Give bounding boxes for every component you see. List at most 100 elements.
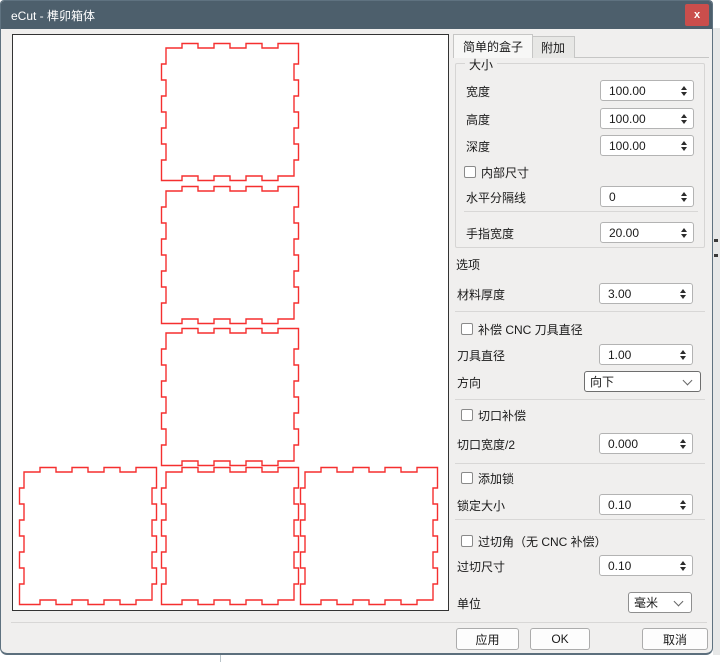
title-bar[interactable]: eCut - 榫卯箱体 x <box>1 1 712 29</box>
tab-additional[interactable]: 附加 <box>531 36 575 58</box>
spinner-up-icon[interactable] <box>681 192 687 196</box>
tab-simple-box-label: 简单的盒子 <box>463 38 523 55</box>
overcut-size-row: 过切尺寸 0.10 <box>453 555 709 576</box>
separator <box>11 622 707 623</box>
separator <box>464 211 698 212</box>
size-group: 大小 宽度 100.00 高度 100.00 深度 <box>455 63 705 248</box>
apply-button[interactable]: 应用 <box>456 628 519 650</box>
spinner-up-icon[interactable] <box>681 141 687 145</box>
spinner-down-icon[interactable] <box>681 92 687 96</box>
cnc-comp-row: 补偿 CNC 刀具直径 <box>453 321 709 337</box>
dialog-title: eCut - 榫卯箱体 <box>11 7 95 24</box>
box-panel-outline <box>162 329 299 466</box>
spinner-down-icon[interactable] <box>680 506 686 510</box>
depth-spinner[interactable]: 100.00 <box>600 135 694 156</box>
width-spinner[interactable]: 100.00 <box>600 80 694 101</box>
cnc-comp-checkbox[interactable] <box>461 323 473 335</box>
material-spinner[interactable]: 3.00 <box>599 283 693 304</box>
direction-label: 方向 <box>457 374 481 391</box>
separator <box>455 519 705 520</box>
spinner-up-icon[interactable] <box>680 561 686 565</box>
spinner-down-icon[interactable] <box>681 147 687 151</box>
chevron-down-icon <box>674 596 684 606</box>
spinner-down-icon[interactable] <box>680 356 686 360</box>
height-spinner[interactable]: 100.00 <box>600 108 694 129</box>
spinner-down-icon[interactable] <box>681 234 687 238</box>
kerf-comp-checkbox[interactable] <box>461 409 473 421</box>
spinner-down-icon[interactable] <box>681 120 687 124</box>
width-row: 宽度 100.00 <box>456 80 704 101</box>
tool-dia-label: 刀具直径 <box>457 347 505 364</box>
kerf-half-value: 0.000 <box>600 437 676 451</box>
background-app-mark <box>714 254 718 257</box>
depth-value: 100.00 <box>601 139 677 153</box>
spinner-up-icon[interactable] <box>680 500 686 504</box>
overcut-checkbox[interactable] <box>461 535 473 547</box>
cancel-button-label: 取消 <box>663 631 687 648</box>
spinner-up-icon[interactable] <box>680 439 686 443</box>
preview-svg <box>13 35 448 610</box>
overcut-size-label: 过切尺寸 <box>457 558 505 575</box>
direction-row: 方向 向下 <box>453 371 709 392</box>
dividers-row: 水平分隔线 0 <box>456 186 704 207</box>
units-value: 毫米 <box>629 594 675 611</box>
dividers-spinner[interactable]: 0 <box>600 186 694 207</box>
spinner-up-icon[interactable] <box>681 228 687 232</box>
spinner-up-icon[interactable] <box>681 86 687 90</box>
overcut-size-spinner[interactable]: 0.10 <box>599 555 693 576</box>
apply-button-label: 应用 <box>475 631 499 648</box>
direction-value: 向下 <box>585 373 684 390</box>
preview-canvas <box>12 34 449 611</box>
chevron-down-icon <box>683 375 693 385</box>
kerf-half-spinner[interactable]: 0.000 <box>599 433 693 454</box>
finger-width-label: 手指宽度 <box>466 225 514 242</box>
separator <box>455 311 705 312</box>
spinner-up-icon[interactable] <box>681 114 687 118</box>
direction-dropdown[interactable]: 向下 <box>584 371 701 392</box>
lock-size-spinner[interactable]: 0.10 <box>599 494 693 515</box>
height-row: 高度 100.00 <box>456 108 704 129</box>
material-row: 材料厚度 3.00 <box>453 283 709 304</box>
separator <box>455 399 705 400</box>
lock-size-value: 0.10 <box>600 498 676 512</box>
dividers-label: 水平分隔线 <box>466 189 526 206</box>
background-bottom-strip <box>0 656 720 662</box>
height-value: 100.00 <box>601 112 677 126</box>
kerf-half-row: 切口宽度/2 0.000 <box>453 433 709 454</box>
tab-additional-label: 附加 <box>541 39 565 56</box>
tool-dia-value: 1.00 <box>600 348 676 362</box>
overcut-row: 过切角（无 CNC 补偿） <box>453 533 709 549</box>
background-app-mark <box>714 239 718 242</box>
units-dropdown[interactable]: 毫米 <box>628 592 692 613</box>
ok-button[interactable]: OK <box>530 628 590 650</box>
inner-size-label: 内部尺寸 <box>481 164 529 181</box>
background-guideline <box>220 655 221 662</box>
lock-size-row: 锁定大小 0.10 <box>453 494 709 515</box>
add-lock-checkbox[interactable] <box>461 472 473 484</box>
spinner-up-icon[interactable] <box>680 350 686 354</box>
depth-label: 深度 <box>466 138 490 155</box>
ok-button-label: OK <box>551 632 568 646</box>
spinner-down-icon[interactable] <box>681 198 687 202</box>
ecut-box-dialog: eCut - 榫卯箱体 x 简单的盒子 附加 大小 宽度 <box>0 0 713 655</box>
tool-dia-spinner[interactable]: 1.00 <box>599 344 693 365</box>
cancel-button[interactable]: 取消 <box>642 628 708 650</box>
units-row: 单位 毫米 <box>453 592 709 613</box>
tab-simple-box[interactable]: 简单的盒子 <box>453 34 533 58</box>
units-label: 单位 <box>457 595 481 612</box>
tool-dia-row: 刀具直径 1.00 <box>453 344 709 365</box>
finger-width-spinner[interactable]: 20.00 <box>600 222 694 243</box>
spinner-down-icon[interactable] <box>680 567 686 571</box>
inner-size-row: 内部尺寸 <box>456 164 704 180</box>
close-icon: x <box>694 9 700 21</box>
spinner-down-icon[interactable] <box>680 295 686 299</box>
spinner-down-icon[interactable] <box>680 445 686 449</box>
add-lock-row: 添加锁 <box>453 470 709 486</box>
box-panel-outline <box>162 468 299 605</box>
inner-size-checkbox[interactable] <box>464 166 476 178</box>
finger-width-row: 手指宽度 20.00 <box>456 222 704 243</box>
spinner-up-icon[interactable] <box>680 289 686 293</box>
settings-panel: 简单的盒子 附加 大小 宽度 100.00 高度 <box>453 34 709 652</box>
add-lock-label: 添加锁 <box>478 470 514 487</box>
close-button[interactable]: x <box>685 4 709 26</box>
